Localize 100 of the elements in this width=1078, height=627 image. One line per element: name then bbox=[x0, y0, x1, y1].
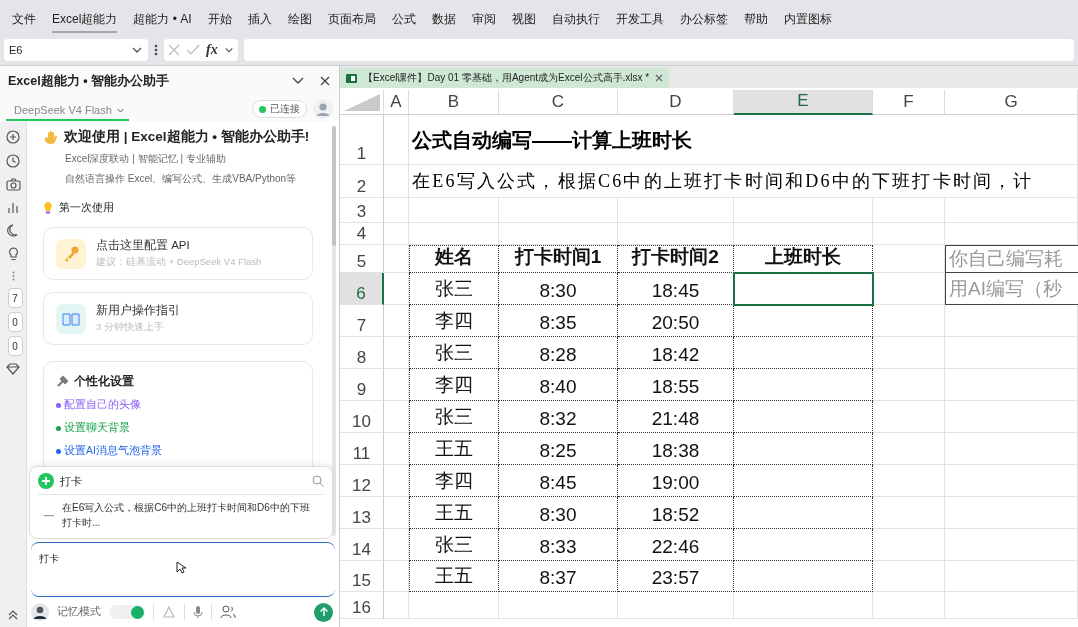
status-pill: 已连接 bbox=[252, 100, 307, 118]
column-header[interactable]: E bbox=[734, 90, 873, 115]
menu-tab[interactable]: 插入 bbox=[247, 5, 272, 33]
bulb-icon[interactable] bbox=[7, 247, 19, 261]
workbook-tab[interactable]: 【Excel课件】Day 01 零基础，用Agent成为Excel公式高手.xlsx * bbox=[340, 68, 670, 88]
row-header[interactable]: 12 bbox=[340, 465, 384, 497]
row-header[interactable]: 3 bbox=[340, 198, 384, 223]
cancel-icon[interactable] bbox=[168, 44, 180, 56]
menu-tab[interactable]: 开发工具 bbox=[615, 5, 664, 33]
formula-input[interactable] bbox=[243, 39, 1074, 61]
row-header[interactable]: 11 bbox=[340, 433, 384, 465]
sheet-cell[interactable] bbox=[734, 305, 873, 337]
settings-link[interactable]: 设置AI消息气泡背景 bbox=[64, 444, 162, 458]
check-icon[interactable] bbox=[186, 44, 200, 56]
row-header[interactable]: 7 bbox=[340, 305, 384, 337]
welcome-title: 欢迎使用 | Excel超能力 • 智能办公助手! bbox=[64, 128, 310, 146]
menu-tab[interactable]: 文件 bbox=[12, 5, 36, 33]
chart-icon[interactable] bbox=[7, 201, 19, 214]
chevrons-up-icon[interactable] bbox=[7, 609, 19, 621]
menu-tab[interactable]: Excel超能力 bbox=[52, 5, 118, 33]
row-header[interactable]: 16 bbox=[340, 592, 384, 619]
column-header[interactable]: C bbox=[499, 90, 618, 115]
sheet-cell[interactable] bbox=[734, 369, 873, 401]
note-cell: 用AI编写（秒 bbox=[945, 273, 1078, 305]
menu-tab[interactable]: 数据 bbox=[431, 5, 456, 33]
table-cell: 22:46 bbox=[618, 529, 734, 561]
row-header[interactable]: 4 bbox=[340, 223, 384, 245]
menu-tab[interactable]: 公式 bbox=[391, 5, 416, 33]
chat-input[interactable]: 打卡 bbox=[31, 542, 335, 597]
close-icon[interactable] bbox=[655, 74, 664, 82]
active-cell[interactable] bbox=[733, 272, 874, 306]
menu-tab[interactable]: 开始 bbox=[207, 5, 232, 33]
table-cell: 李四 bbox=[409, 465, 499, 497]
table-cell: 18:45 bbox=[618, 273, 734, 305]
column-header[interactable]: F bbox=[873, 90, 945, 115]
row-header[interactable]: 6 bbox=[340, 273, 384, 305]
memory-toggle[interactable] bbox=[109, 605, 145, 619]
avatar-icon[interactable] bbox=[31, 603, 49, 621]
row-header[interactable]: 9 bbox=[340, 369, 384, 401]
row-header[interactable]: 10 bbox=[340, 401, 384, 433]
table-cell: 8:40 bbox=[499, 369, 618, 401]
diamond-icon[interactable] bbox=[6, 363, 20, 375]
column-header[interactable]: A bbox=[384, 90, 409, 115]
name-box[interactable]: E6 bbox=[4, 39, 148, 61]
people-icon[interactable] bbox=[220, 605, 236, 619]
menu-tab[interactable]: 审阅 bbox=[471, 5, 496, 33]
table-cell: 李四 bbox=[409, 369, 499, 401]
row-header[interactable]: 13 bbox=[340, 497, 384, 529]
table-cell: 8:28 bbox=[499, 337, 618, 369]
sheet-cell[interactable] bbox=[734, 529, 873, 561]
scrollbar-thumb[interactable] bbox=[332, 126, 336, 246]
row-header[interactable]: 1 bbox=[340, 115, 384, 165]
search-icon[interactable] bbox=[312, 475, 324, 487]
microphone-icon[interactable] bbox=[193, 605, 203, 619]
send-button[interactable] bbox=[314, 602, 333, 622]
column-title: 上班时长 bbox=[734, 245, 873, 273]
column-header[interactable]: G bbox=[945, 90, 1078, 115]
dash-icon bbox=[44, 514, 54, 517]
row-header[interactable]: 14 bbox=[340, 529, 384, 561]
table-cell: 18:42 bbox=[618, 337, 734, 369]
row-header[interactable]: 2 bbox=[340, 165, 384, 198]
sheet-cell[interactable] bbox=[734, 433, 873, 465]
welcome-text: Excel深度联动 | 智能记忆 | 专业辅助 bbox=[65, 152, 226, 166]
row-header[interactable]: 15 bbox=[340, 561, 384, 592]
settings-link[interactable]: 设置聊天背景 bbox=[64, 421, 130, 435]
menu-tab[interactable]: 办公标签 bbox=[679, 5, 728, 33]
sheet-cell[interactable] bbox=[734, 497, 873, 529]
sheet-cell[interactable] bbox=[734, 401, 873, 433]
network-icon[interactable] bbox=[162, 605, 176, 619]
table-cell: 21:48 bbox=[618, 401, 734, 433]
camera-icon[interactable] bbox=[5, 178, 21, 191]
section-heading: 个性化设置 bbox=[74, 374, 134, 389]
select-all-icon[interactable] bbox=[343, 94, 380, 111]
table-cell: 张三 bbox=[409, 337, 499, 369]
close-icon[interactable] bbox=[319, 75, 331, 87]
menu-tab[interactable]: 绘图 bbox=[287, 5, 312, 33]
menu-tab[interactable]: 内置图标 bbox=[783, 5, 832, 33]
suggestion-item[interactable]: 在E6写入公式，根据C6中的上班打卡时间和D6中的下班打卡时... bbox=[38, 495, 324, 532]
menu-tab[interactable]: 超能力 • AI bbox=[133, 5, 192, 33]
card-title: 点击这里配置 API bbox=[96, 238, 191, 253]
menu-tab[interactable]: 自动执行 bbox=[551, 5, 600, 33]
menu-tab[interactable]: 帮助 bbox=[743, 5, 768, 33]
settings-link[interactable]: 配置自己的头像 bbox=[64, 398, 141, 412]
add-icon[interactable] bbox=[38, 473, 54, 489]
sheet-cell[interactable] bbox=[734, 465, 873, 497]
clock-icon[interactable] bbox=[6, 154, 20, 168]
sheet-title: 公式自动编写——计算上班时长 bbox=[409, 115, 1078, 165]
column-header[interactable]: B bbox=[409, 90, 499, 115]
cursor-icon bbox=[176, 561, 186, 574]
menu-tab[interactable]: 页面布局 bbox=[327, 5, 376, 33]
sheet-cell[interactable] bbox=[734, 561, 873, 592]
column-header[interactable]: D bbox=[618, 90, 734, 115]
insert-function-button[interactable]: fx bbox=[206, 42, 218, 58]
moon-icon[interactable] bbox=[6, 224, 20, 237]
menu-tab[interactable]: 视图 bbox=[511, 5, 536, 33]
row-header[interactable]: 8 bbox=[340, 337, 384, 369]
table-cell: 23:57 bbox=[618, 561, 734, 592]
table-cell: 8:30 bbox=[499, 497, 618, 529]
plus-icon[interactable] bbox=[6, 130, 20, 144]
sheet-cell[interactable] bbox=[734, 337, 873, 369]
